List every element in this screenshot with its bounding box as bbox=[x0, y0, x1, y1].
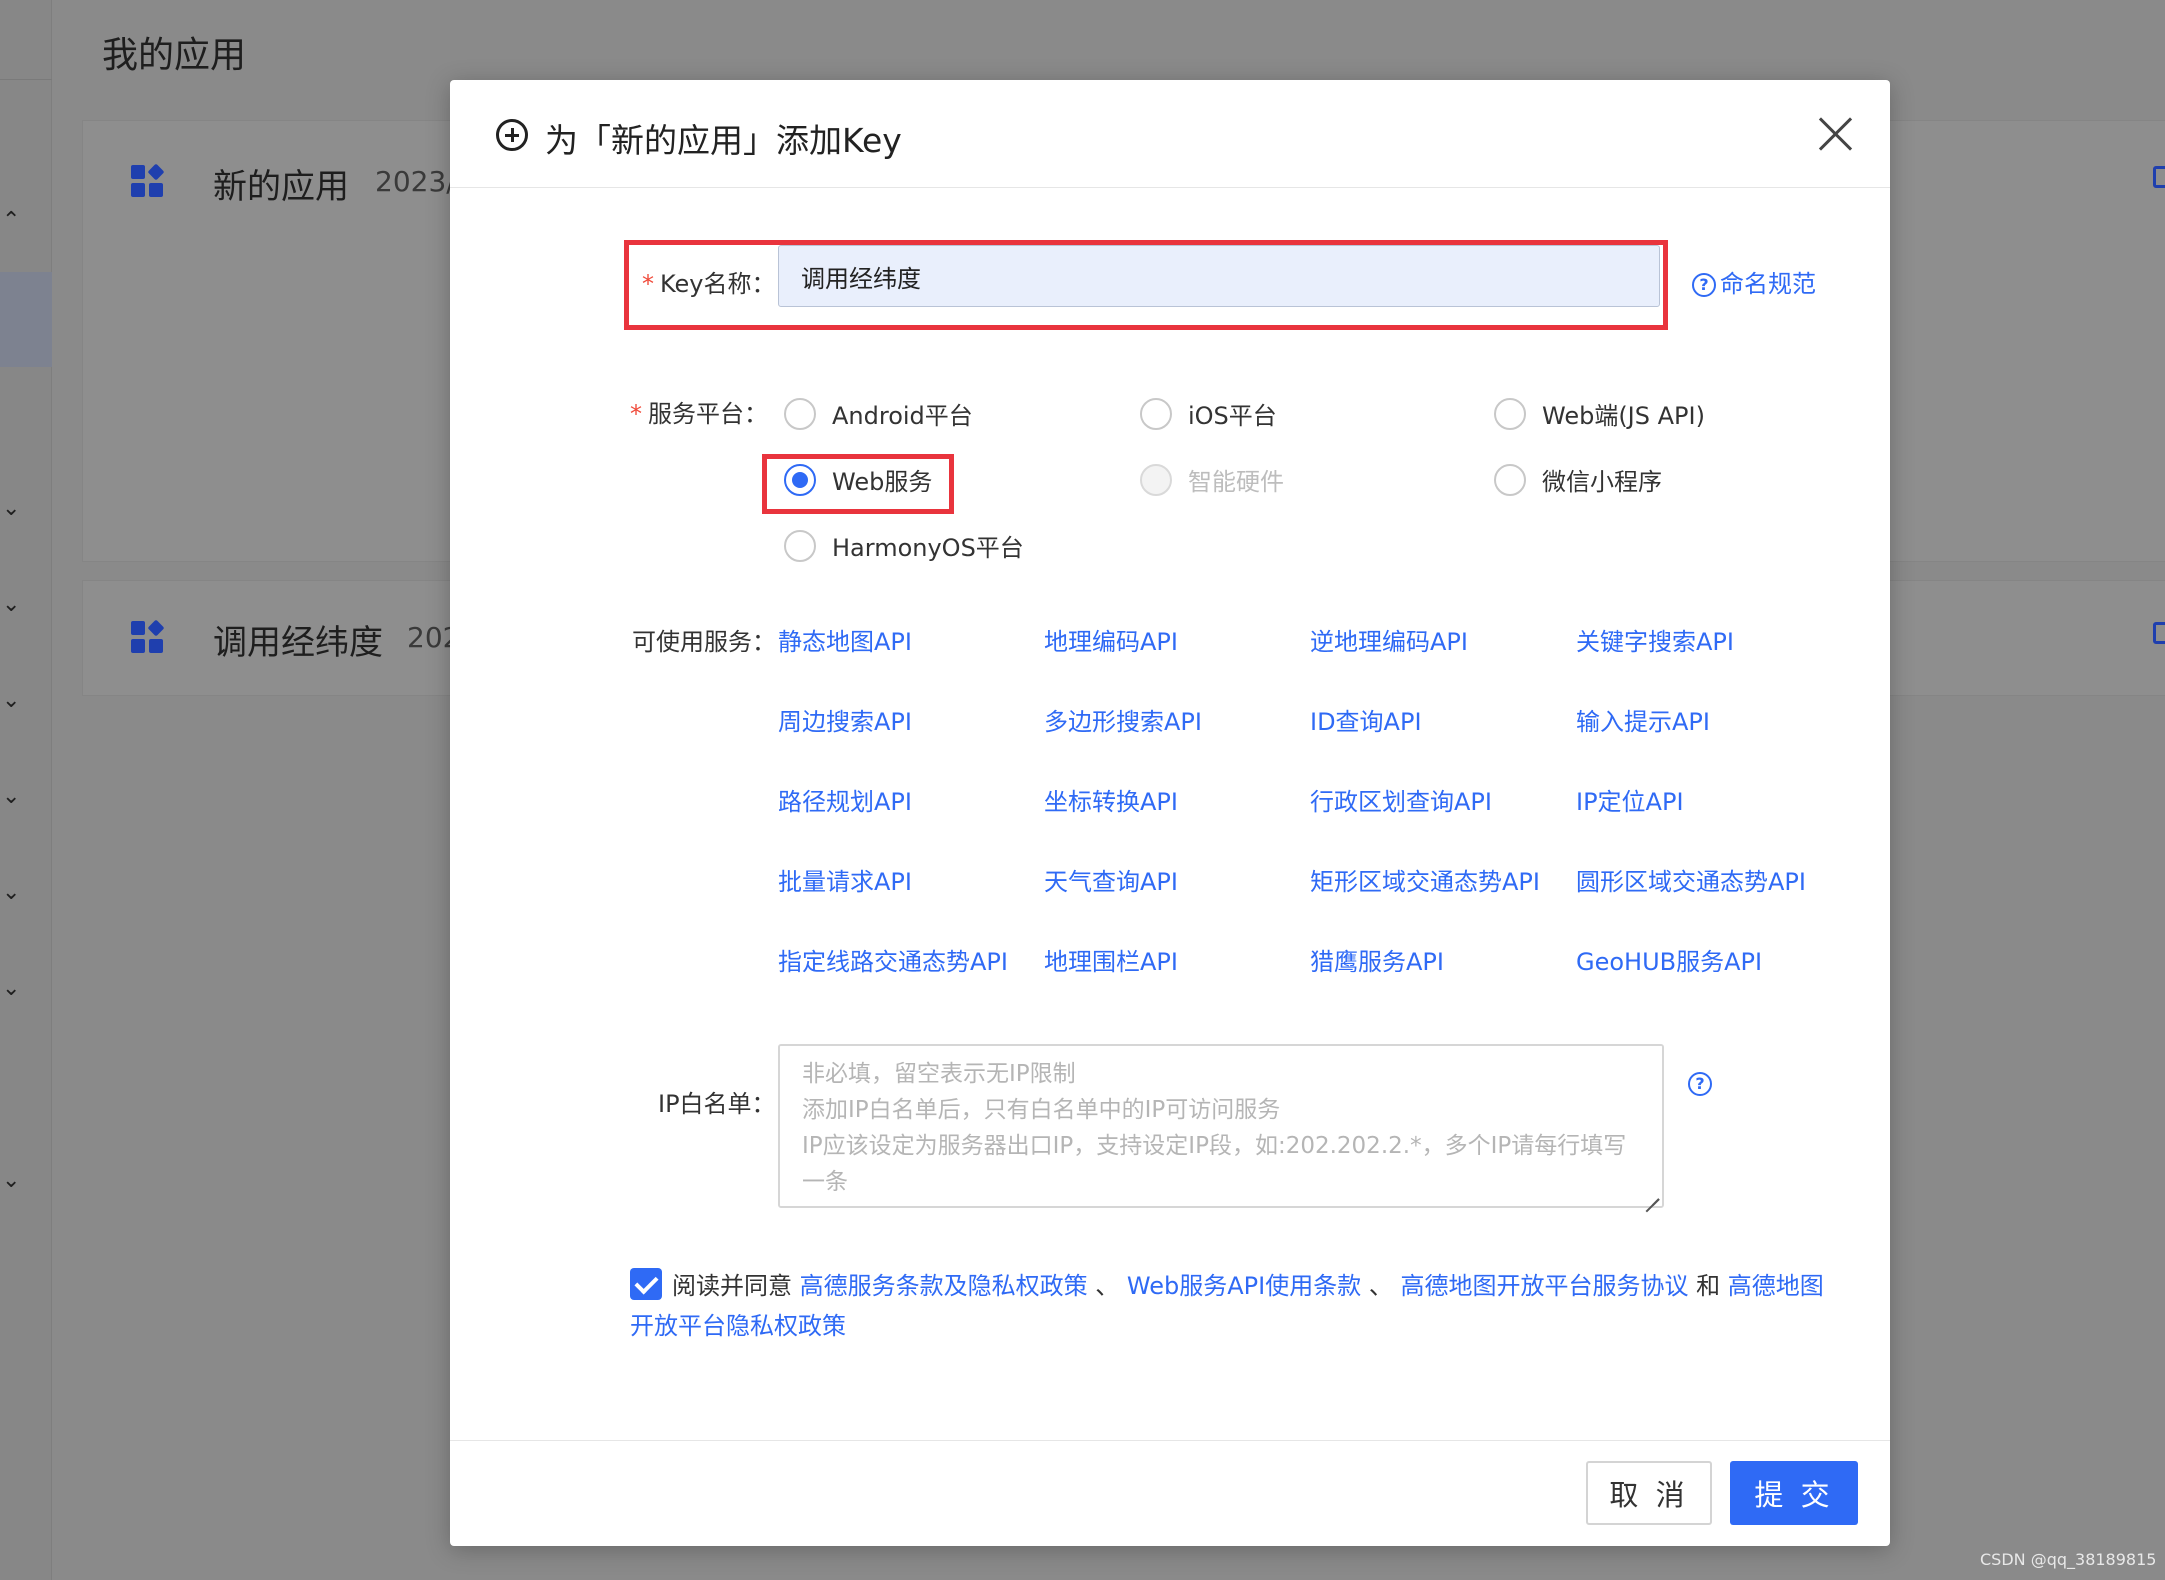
sidebar-active-item[interactable] bbox=[0, 272, 52, 367]
service-link[interactable]: 静态地图API bbox=[778, 622, 912, 657]
chevron-down-icon[interactable]: ⌄ bbox=[2, 880, 20, 905]
app-card-name: 调用经纬度 bbox=[213, 623, 383, 663]
service-link[interactable]: 坐标转换API bbox=[1044, 782, 1178, 817]
radio-web-service[interactable]: Web服务 bbox=[784, 462, 932, 497]
terms-link[interactable]: 高德服务条款及隐私权政策 bbox=[800, 1272, 1088, 1300]
radio-wechat-miniprogram[interactable]: 微信小程序 bbox=[1494, 462, 1662, 497]
service-link[interactable]: 天气查询API bbox=[1044, 862, 1178, 897]
submit-button[interactable]: 提 交 bbox=[1730, 1461, 1858, 1525]
service-link[interactable]: 地理围栏API bbox=[1044, 942, 1178, 977]
service-link[interactable]: 地理编码API bbox=[1044, 622, 1178, 657]
add-key-dialog: 为「新的应用」添加Key *Key名称： ?命名规范 *服务平台： Androi… bbox=[450, 80, 1890, 1546]
edit-icon[interactable] bbox=[2153, 622, 2165, 644]
service-link[interactable]: 圆形区域交通态势API bbox=[1576, 862, 1806, 897]
cancel-button[interactable]: 取 消 bbox=[1586, 1461, 1712, 1525]
app-grid-icon bbox=[131, 619, 165, 655]
dialog-footer: 取 消 提 交 bbox=[450, 1440, 1890, 1546]
question-circle-icon[interactable]: ? bbox=[1688, 1072, 1712, 1096]
platform-agreement-link[interactable]: 高德地图开放平台服务协议 bbox=[1401, 1272, 1689, 1300]
ip-whitelist-label: IP白名单： bbox=[658, 1090, 776, 1118]
dialog-title: 为「新的应用」添加Key bbox=[545, 121, 902, 160]
agreement-checkbox[interactable] bbox=[630, 1268, 662, 1300]
radio-smart-hardware: 智能硬件 bbox=[1140, 462, 1284, 497]
ip-whitelist-textarea[interactable] bbox=[778, 1044, 1664, 1208]
app-card-name: 新的应用 bbox=[213, 167, 349, 207]
service-link[interactable]: 矩形区域交通态势API bbox=[1310, 862, 1540, 897]
service-link[interactable]: 逆地理编码API bbox=[1310, 622, 1468, 657]
naming-rules-link[interactable]: ? 命名规范 bbox=[1692, 264, 1816, 299]
service-link[interactable]: GeoHUB服务API bbox=[1576, 942, 1762, 977]
radio-android[interactable]: Android平台 bbox=[784, 396, 973, 431]
close-button[interactable] bbox=[1818, 116, 1854, 152]
chevron-down-icon[interactable]: ⌄ bbox=[2, 976, 20, 1001]
service-link[interactable]: 猎鹰服务API bbox=[1310, 942, 1444, 977]
watermark: CSDN @qq_38189815 bbox=[1980, 1550, 2157, 1569]
sidebar-header bbox=[0, 0, 52, 80]
platform-label: * 服务平台： bbox=[630, 400, 768, 428]
services-label: 可使用服务： bbox=[632, 628, 776, 656]
edit-icon[interactable] bbox=[2153, 166, 2165, 188]
radio-harmonyos[interactable]: HarmonyOS平台 bbox=[784, 528, 1024, 563]
app-grid-icon bbox=[131, 163, 165, 199]
radio-ios[interactable]: iOS平台 bbox=[1140, 396, 1277, 431]
service-link[interactable]: 指定线路交通态势API bbox=[778, 942, 1008, 977]
chevron-up-icon[interactable]: ⌃ bbox=[2, 208, 20, 233]
resize-handle[interactable] bbox=[1644, 1186, 1660, 1202]
key-name-label: * Key名称： bbox=[642, 270, 776, 298]
service-link[interactable]: 关键字搜索API bbox=[1576, 622, 1734, 657]
chevron-down-icon[interactable]: ⌄ bbox=[2, 592, 20, 617]
question-circle-icon: ? bbox=[1692, 273, 1716, 297]
service-link[interactable]: ID查询API bbox=[1310, 702, 1422, 737]
dialog-header: 为「新的应用」添加Key bbox=[450, 80, 1890, 188]
service-link[interactable]: 多边形搜索API bbox=[1044, 702, 1202, 737]
web-api-terms-link[interactable]: Web服务API使用条款 bbox=[1127, 1272, 1361, 1300]
page-title: 我的应用 bbox=[102, 35, 247, 76]
service-link[interactable]: 路径规划API bbox=[778, 782, 912, 817]
chevron-down-icon[interactable]: ⌄ bbox=[2, 688, 20, 713]
service-link[interactable]: 行政区划查询API bbox=[1310, 782, 1492, 817]
sidebar: ⌃ ⌄ ⌄ ⌄ ⌄ ⌄ ⌄ ⌄ bbox=[0, 0, 52, 1580]
key-name-input[interactable] bbox=[778, 245, 1660, 307]
chevron-down-icon[interactable]: ⌄ bbox=[2, 496, 20, 521]
chevron-down-icon[interactable]: ⌄ bbox=[2, 784, 20, 809]
service-link[interactable]: 输入提示API bbox=[1576, 702, 1710, 737]
radio-web-js-api[interactable]: Web端(JS API) bbox=[1494, 396, 1705, 431]
agreement-text: 阅读并同意 高德服务条款及隐私权政策 、 Web服务API使用条款 、 高德地图… bbox=[630, 1272, 1824, 1340]
chevron-down-icon[interactable]: ⌄ bbox=[2, 1168, 20, 1193]
service-link[interactable]: IP定位API bbox=[1576, 782, 1684, 817]
service-link[interactable]: 周边搜索API bbox=[778, 702, 912, 737]
service-link[interactable]: 批量请求API bbox=[778, 862, 912, 897]
plus-circle-icon bbox=[496, 119, 528, 151]
